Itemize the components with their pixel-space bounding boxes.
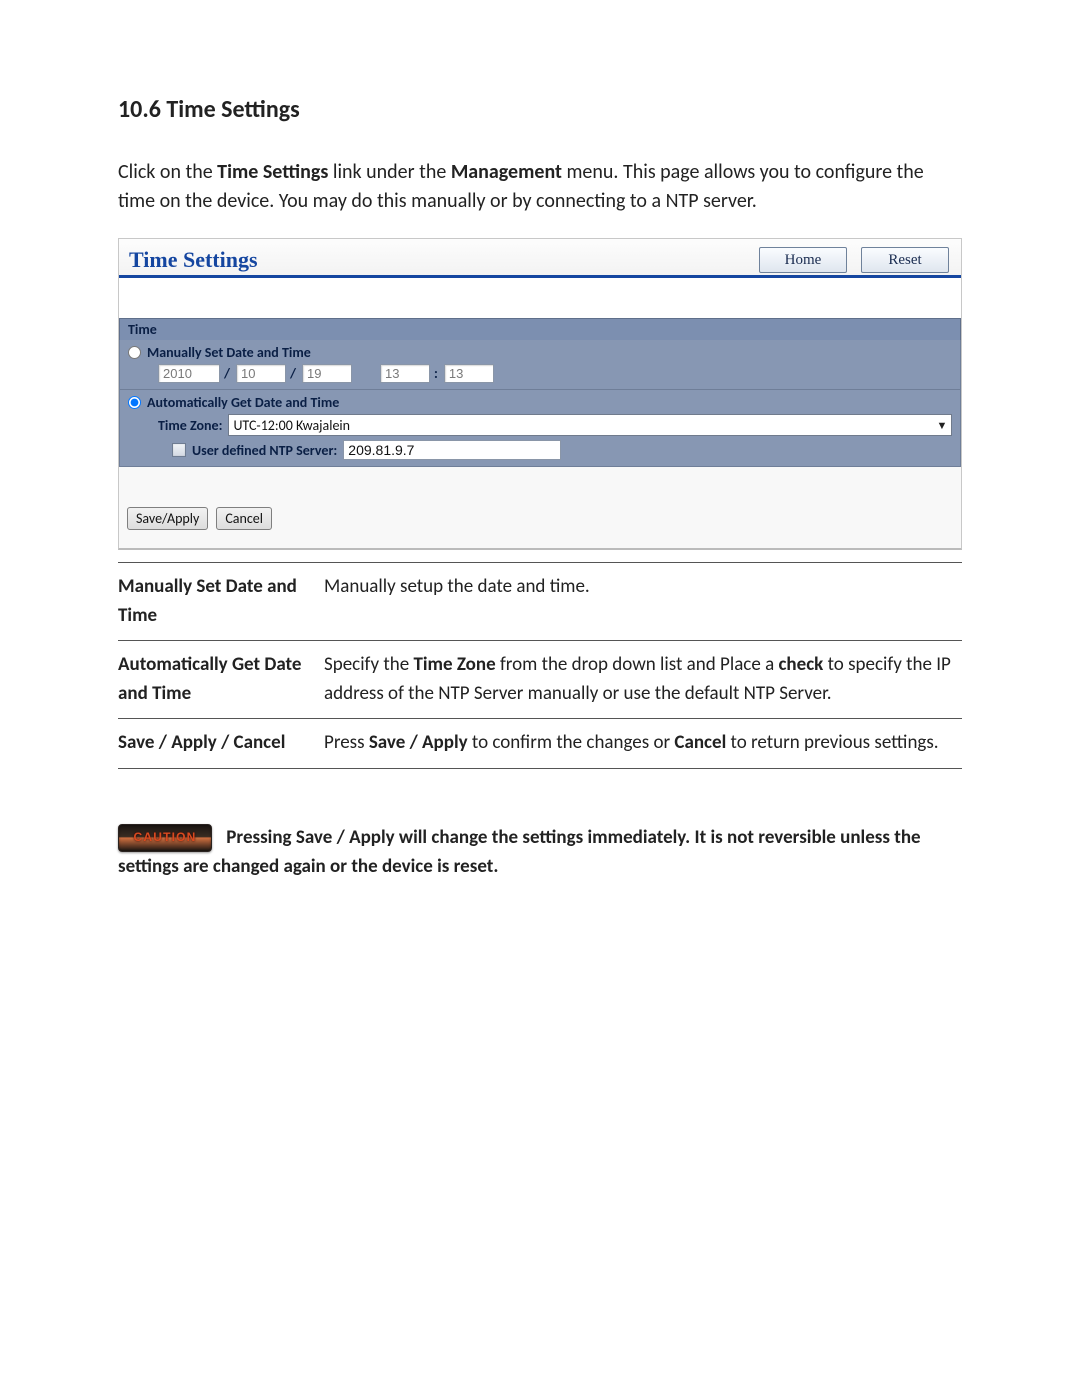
timezone-label: Time Zone:: [158, 417, 222, 434]
intro-paragraph: Click on the Time Settings link under th…: [118, 158, 962, 216]
desc-key: Automatically Get Date and Time: [118, 641, 324, 719]
intro-text: link under the: [328, 160, 450, 184]
intro-link-timesettings: Time Settings: [217, 160, 328, 184]
minute-input[interactable]: [444, 364, 494, 383]
table-row: Save / Apply / Cancel Press Save / Apply…: [118, 719, 962, 769]
description-table: Manually Set Date and Time Manually setu…: [118, 562, 962, 769]
date-separator: /: [222, 365, 234, 382]
radio-manual-time[interactable]: [128, 346, 141, 359]
section-heading: 10.6 Time Settings: [118, 95, 962, 124]
timezone-value: UTC-12:00 Kwajalein: [233, 417, 350, 434]
intro-menu-management: Management: [451, 160, 562, 184]
radio-auto-time[interactable]: [128, 396, 141, 409]
chevron-down-icon: ▼: [933, 419, 951, 432]
table-row: Manually Set Date and Time Manually setu…: [118, 563, 962, 641]
timezone-select[interactable]: UTC-12:00 Kwajalein ▼: [228, 414, 952, 436]
desc-val: Specify the Time Zone from the drop down…: [324, 641, 962, 719]
ntp-server-input[interactable]: [343, 440, 561, 460]
time-settings-screenshot: Time Settings Home Reset Time Manually S…: [118, 238, 962, 550]
day-input[interactable]: [302, 364, 352, 383]
manual-time-label: Manually Set Date and Time: [147, 344, 311, 361]
caution-icon: CAUTION: [118, 824, 212, 852]
save-apply-button[interactable]: Save/Apply: [127, 507, 208, 530]
ntp-label: User defined NTP Server:: [192, 442, 337, 459]
cancel-button[interactable]: Cancel: [216, 507, 272, 530]
desc-val: Press Save / Apply to confirm the change…: [324, 719, 962, 769]
reset-button[interactable]: Reset: [861, 247, 949, 273]
panel-heading-time: Time: [119, 318, 961, 340]
caution-paragraph: CAUTION Pressing Save / Apply will chang…: [118, 823, 962, 882]
page-title: Time Settings: [129, 247, 258, 273]
year-input[interactable]: [158, 364, 220, 383]
home-button[interactable]: Home: [759, 247, 847, 273]
intro-text: Click on the: [118, 160, 217, 184]
month-input[interactable]: [236, 364, 286, 383]
ntp-checkbox[interactable]: [172, 443, 186, 457]
hour-input[interactable]: [380, 364, 430, 383]
caution-text: Pressing Save / Apply will change the se…: [118, 826, 921, 878]
auto-time-label: Automatically Get Date and Time: [147, 394, 339, 411]
desc-val: Manually setup the date and time.: [324, 563, 962, 641]
desc-key: Save / Apply / Cancel: [118, 719, 324, 769]
desc-key: Manually Set Date and Time: [118, 563, 324, 641]
time-separator: :: [432, 365, 442, 382]
date-separator: /: [288, 365, 300, 382]
table-row: Automatically Get Date and Time Specify …: [118, 641, 962, 719]
